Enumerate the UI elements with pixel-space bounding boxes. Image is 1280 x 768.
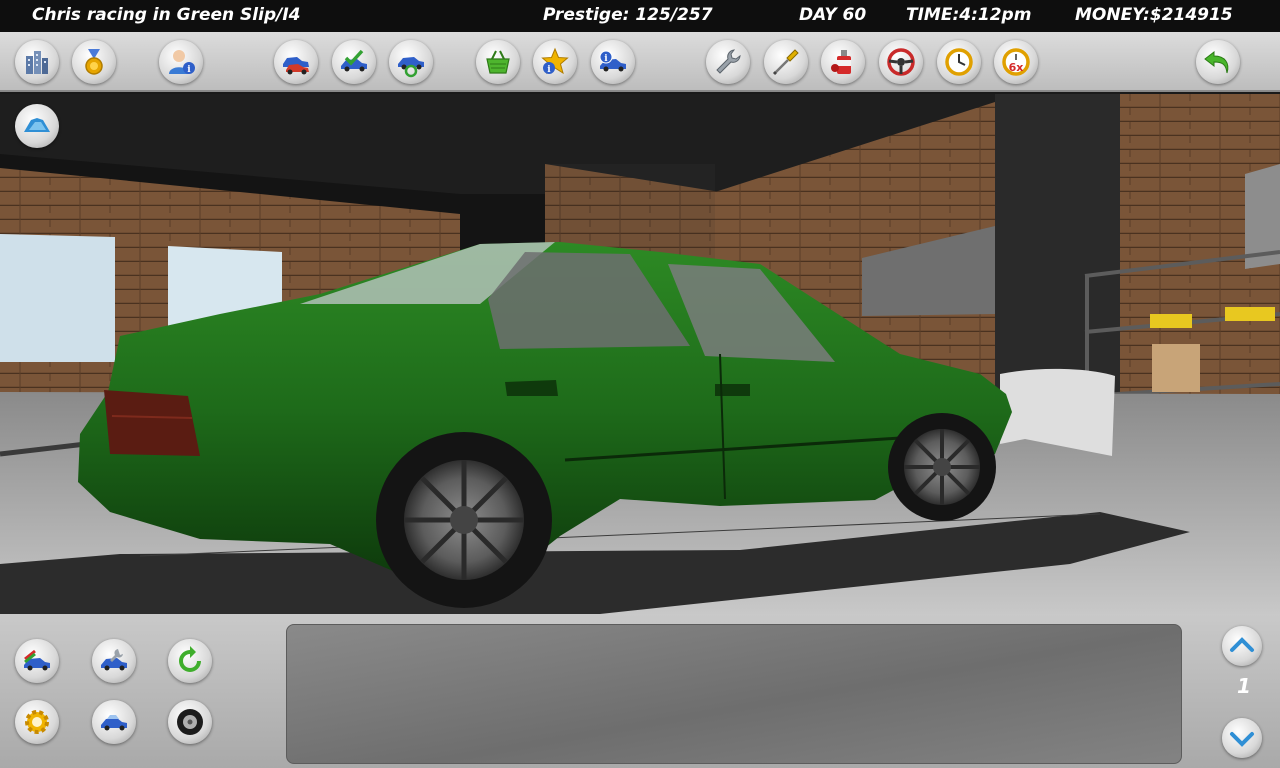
back-button[interactable] — [1196, 40, 1240, 84]
player-car-label: Chris racing in Green Slip/I4 — [32, 5, 301, 25]
tire-button[interactable] — [168, 700, 212, 744]
time-label: TIME:4:12pm — [906, 5, 1032, 25]
tire-icon — [177, 709, 203, 735]
steering-wheel-icon — [887, 48, 915, 76]
car-paint-button[interactable] — [15, 639, 59, 683]
car-info-button[interactable]: i — [591, 40, 635, 84]
scroll-down-button[interactable] — [1222, 718, 1262, 758]
settings-button[interactable] — [15, 700, 59, 744]
repair-button[interactable] — [706, 40, 750, 84]
status-bar: Chris racing in Green Slip/I4 Prestige: … — [0, 0, 1280, 32]
city-icon — [26, 51, 48, 74]
car-list-button[interactable] — [274, 40, 318, 84]
shop-basket-icon — [486, 50, 510, 74]
car-select-button[interactable] — [92, 700, 136, 744]
camera-view-button[interactable] — [15, 104, 59, 148]
car-parts-icon — [101, 649, 127, 671]
wait-button[interactable] — [937, 40, 981, 84]
medal-icon — [85, 49, 103, 75]
car-parts-button[interactable] — [92, 639, 136, 683]
car-list-icon — [283, 57, 309, 75]
car-check-icon — [341, 49, 367, 72]
svg-text:i: i — [187, 65, 191, 75]
tune-button[interactable] — [764, 40, 808, 84]
achievements-button[interactable] — [72, 40, 116, 84]
screwdriver-icon — [772, 49, 799, 76]
garage-scene[interactable] — [0, 94, 1280, 614]
bottom-panel: 1 — [0, 614, 1280, 768]
refresh-icon — [179, 646, 201, 672]
day-label: DAY 60 — [799, 5, 867, 25]
profile-icon: i — [169, 50, 195, 75]
time-6x-icon: 6x — [1002, 48, 1030, 76]
favorites-info-button[interactable]: i — [533, 40, 577, 84]
paint-can-icon — [831, 50, 851, 74]
scroll-up-button[interactable] — [1222, 626, 1262, 666]
svg-text:i: i — [604, 54, 608, 64]
refresh-button[interactable] — [168, 639, 212, 683]
money-label: MONEY:$214915 — [1075, 5, 1233, 25]
top-toolbar: i i i 6x — [0, 32, 1280, 92]
profile-button[interactable]: i — [159, 40, 203, 84]
chevron-down-icon — [1230, 732, 1254, 747]
garage-render — [0, 94, 1280, 614]
camera-view-icon — [24, 118, 50, 132]
drive-button[interactable] — [879, 40, 923, 84]
back-arrow-icon — [1204, 50, 1229, 74]
car-check-button[interactable] — [332, 40, 376, 84]
prestige-label: Prestige: 125/257 — [543, 5, 713, 25]
chevron-up-icon — [1230, 637, 1254, 652]
paint-button[interactable] — [821, 40, 865, 84]
svg-text:i: i — [547, 65, 551, 75]
info-panel — [286, 624, 1182, 764]
favorite-info-icon: i — [541, 47, 569, 75]
wrench-icon — [716, 49, 741, 74]
car-paint-icon — [24, 649, 50, 671]
city-button[interactable] — [15, 40, 59, 84]
clock-icon — [945, 48, 973, 76]
speed-multiplier-label: 6x — [1009, 61, 1024, 74]
shop-button[interactable] — [476, 40, 520, 84]
car-swap-icon — [398, 57, 424, 78]
car-blue-icon — [101, 715, 127, 731]
page-number: 1 — [1237, 674, 1251, 698]
car-swap-button[interactable] — [389, 40, 433, 84]
fast-forward-button[interactable]: 6x — [994, 40, 1038, 84]
settings-gear-icon — [25, 710, 49, 734]
car-info-icon: i — [599, 50, 626, 72]
